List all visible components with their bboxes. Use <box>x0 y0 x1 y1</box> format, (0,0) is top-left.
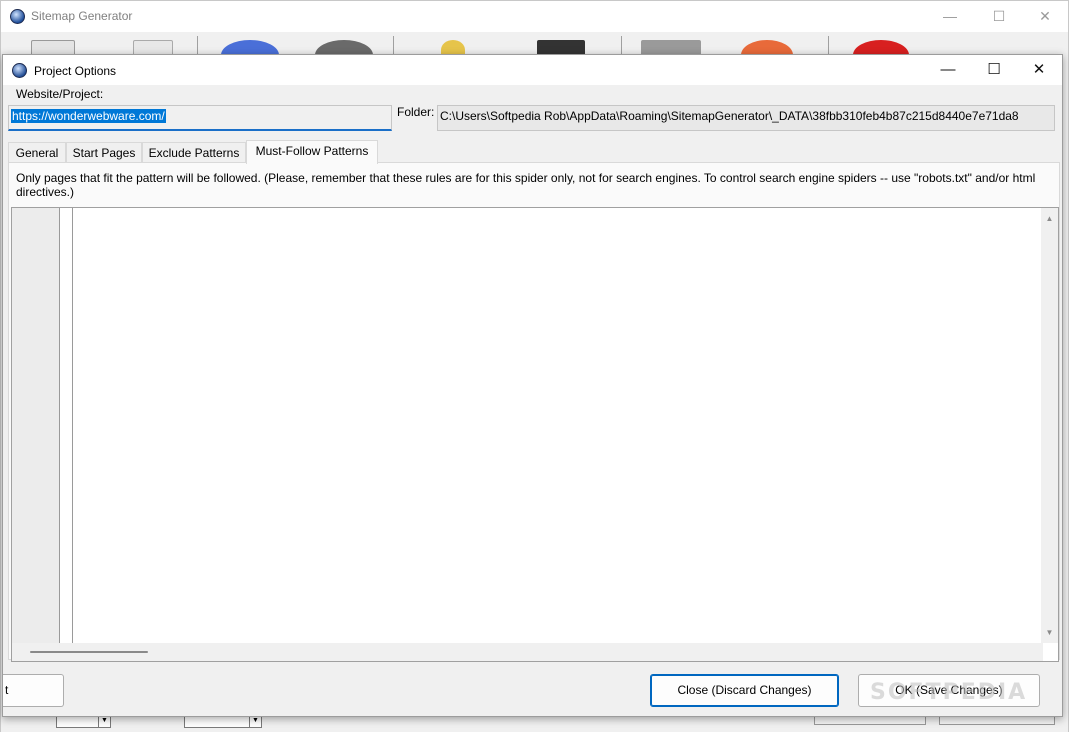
horizontal-scroll-thumb[interactable] <box>30 651 148 653</box>
gutter-divider <box>72 208 73 643</box>
vertical-scrollbar[interactable]: ▲ ▼ <box>1041 208 1058 643</box>
line-number-gutter <box>12 208 60 643</box>
folder-path-field[interactable]: C:\Users\Softpedia Rob\AppData\Roaming\S… <box>437 105 1055 131</box>
globe-icon <box>10 9 25 24</box>
tab-exclude-patterns[interactable]: Exclude Patterns <box>142 142 246 163</box>
main-titlebar: Sitemap Generator — ☐ ✕ <box>1 1 1068 32</box>
tab-page-must-follow: Only pages that fit the pattern will be … <box>8 162 1060 662</box>
globe-icon <box>12 63 27 78</box>
website-label: Website/Project: <box>16 87 104 101</box>
patterns-editor[interactable]: ▲ ▼ <box>11 207 1059 662</box>
close-button[interactable]: ✕ <box>1016 55 1062 85</box>
gutter-divider <box>59 208 60 643</box>
patterns-description: Only pages that fit the pattern will be … <box>16 171 1036 199</box>
horizontal-scrollbar[interactable] <box>12 643 1043 661</box>
dialog-titlebar: Project Options — ☐ ✕ <box>3 55 1062 85</box>
tab-start-pages[interactable]: Start Pages <box>66 142 142 163</box>
maximize-button[interactable]: ☐ <box>971 55 1017 85</box>
tab-general[interactable]: General <box>8 142 66 163</box>
scroll-up-icon[interactable]: ▲ <box>1041 210 1058 227</box>
website-input[interactable]: https://wonderwebware.com/ <box>8 105 392 131</box>
tab-strip: General Start Pages Exclude Patterns Mus… <box>8 140 1059 164</box>
close-button[interactable]: ✕ <box>1022 1 1068 32</box>
folder-label: Folder: <box>397 105 435 119</box>
minimize-button[interactable]: — <box>927 1 973 32</box>
website-input-value: https://wonderwebware.com/ <box>11 109 166 123</box>
scroll-down-icon[interactable]: ▼ <box>1041 624 1058 641</box>
left-button-partial[interactable]: t <box>3 674 64 707</box>
main-window-title: Sitemap Generator <box>31 9 133 23</box>
project-options-dialog: Project Options — ☐ ✕ Website/Project: h… <box>2 54 1063 717</box>
close-discard-button[interactable]: Close (Discard Changes) <box>650 674 839 707</box>
tab-must-follow-patterns[interactable]: Must-Follow Patterns <box>246 140 378 164</box>
softpedia-watermark: SOFTPEDIA <box>870 680 1028 705</box>
dialog-title: Project Options <box>34 64 117 78</box>
minimize-button[interactable]: — <box>925 55 971 85</box>
maximize-button[interactable]: ☐ <box>976 1 1022 32</box>
